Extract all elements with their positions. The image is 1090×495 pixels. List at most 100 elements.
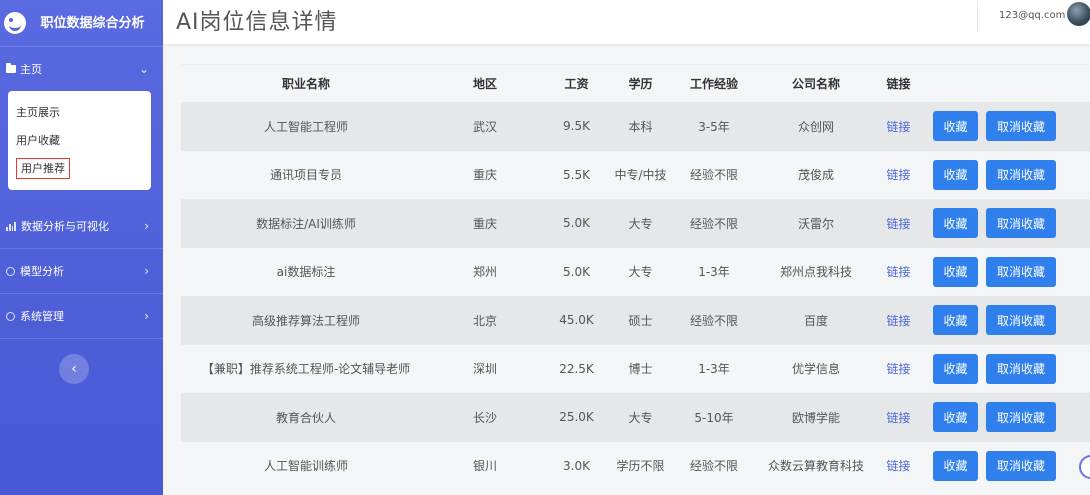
submenu-item-user-recommend[interactable]: 用户推荐: [8, 155, 151, 183]
table-header: 职业名称 地区 工资 学历 工作经验 公司名称 链接: [181, 64, 1090, 102]
smiley-logo-icon: [4, 12, 26, 34]
user-email[interactable]: 123@qq.com: [999, 10, 1065, 21]
chevron-right-icon: ›: [144, 264, 149, 278]
cell-education: 硕士: [628, 313, 653, 328]
unfavorite-button[interactable]: 取消收藏: [986, 111, 1056, 142]
unfavorite-button[interactable]: 取消收藏: [986, 208, 1056, 239]
submenu-item-user-favorites[interactable]: 用户收藏: [8, 127, 151, 155]
folder-icon: [6, 63, 16, 73]
cell-salary: 5.0K: [563, 264, 590, 279]
job-link[interactable]: 链接: [871, 166, 926, 183]
column-header-education: 学历: [628, 77, 653, 91]
cell-education: 学历不限: [616, 459, 665, 474]
cell-company: 沃雷尔: [797, 216, 834, 231]
row-actions: 收藏 取消收藏: [926, 353, 1076, 384]
cell-experience: 3-5年: [698, 119, 730, 134]
favorite-button[interactable]: 收藏: [933, 450, 978, 481]
cell-education: 中专/中技: [614, 168, 667, 183]
favorite-button[interactable]: 收藏: [933, 305, 978, 336]
table-row: 通讯项目专员 重庆 5.5K 中专/中技 经验不限 茂俊成 链接 收藏 取消收藏: [181, 150, 1090, 199]
menu-data-analysis[interactable]: 数据分析与可视化 ›: [0, 204, 163, 248]
cell-education: 本科: [628, 119, 653, 134]
menu-system-management[interactable]: 系统管理 ›: [0, 294, 163, 338]
unfavorite-button[interactable]: 取消收藏: [986, 305, 1056, 336]
job-link[interactable]: 链接: [871, 360, 926, 377]
chevron-left-icon: ‹: [71, 361, 77, 377]
favorite-button[interactable]: 收藏: [933, 111, 978, 142]
table-row: 人工智能训练师 银川 3.0K 学历不限 经验不限 众数云算教育科技 链接 收藏 取消收藏: [181, 441, 1090, 490]
unfavorite-button[interactable]: 取消收藏: [986, 450, 1056, 481]
cell-job-name: 数据标注/AI训练师: [256, 216, 356, 231]
column-header-city: 地区: [472, 77, 497, 91]
cell-company: 众创网: [797, 119, 834, 134]
avatar[interactable]: [1067, 2, 1090, 26]
job-link[interactable]: 链接: [871, 409, 926, 426]
unfavorite-button[interactable]: 取消收藏: [986, 159, 1056, 190]
favorite-button[interactable]: 收藏: [933, 256, 978, 287]
cell-experience: 经验不限: [689, 313, 738, 328]
cell-company: 优学信息: [791, 362, 840, 377]
column-header-company: 公司名称: [791, 77, 840, 91]
column-header-experience: 工作经验: [689, 77, 738, 91]
row-actions: 收藏 取消收藏: [926, 402, 1076, 433]
favorite-button[interactable]: 收藏: [933, 402, 978, 433]
unfavorite-button[interactable]: 取消收藏: [986, 256, 1056, 287]
job-table: 职业名称 地区 工资 学历 工作经验 公司名称 链接 人工智能工程师 武汉 9.5K…: [181, 64, 1090, 490]
menu-home-label: 主页: [20, 63, 42, 76]
cell-company: 茂俊成: [797, 168, 834, 183]
column-header-actions: [926, 65, 1076, 103]
cell-job-name: 【兼职】推荐系统工程师-论文辅导老师: [201, 362, 411, 377]
job-link[interactable]: 链接: [871, 263, 926, 280]
cell-job-name: 人工智能工程师: [263, 119, 348, 134]
submenu-item-home-display[interactable]: 主页展示: [8, 99, 151, 127]
bar-chart-icon: [6, 221, 16, 231]
cell-experience: 1-3年: [698, 265, 730, 280]
menu-model-analysis-label: 模型分析: [20, 265, 64, 278]
unfavorite-button[interactable]: 取消收藏: [986, 402, 1056, 433]
job-link[interactable]: 链接: [871, 118, 926, 135]
favorite-button[interactable]: 收藏: [933, 159, 978, 190]
job-link[interactable]: 链接: [871, 457, 926, 474]
cell-salary: 5.0K: [563, 216, 590, 231]
unfavorite-button[interactable]: 取消收藏: [986, 353, 1056, 384]
collapse-sidebar-button[interactable]: ‹: [59, 354, 89, 384]
table-row: 教育合伙人 长沙 25.0K 大专 5-10年 欧博学能 链接 收藏 取消收藏: [181, 393, 1090, 442]
column-header-link: 链接: [886, 77, 911, 91]
row-actions: 收藏 取消收藏: [926, 450, 1076, 481]
cell-city: 武汉: [472, 119, 497, 134]
cell-experience: 经验不限: [689, 459, 738, 474]
chevron-right-icon: ›: [144, 309, 149, 323]
page-title: AI岗位信息详情: [176, 10, 338, 35]
cell-company: 郑州点我科技: [779, 265, 852, 280]
home-submenu: 主页展示 用户收藏 用户推荐: [8, 91, 151, 190]
favorite-button[interactable]: 收藏: [933, 208, 978, 239]
chevron-right-icon: ›: [144, 219, 149, 233]
cell-city: 银川: [472, 459, 497, 474]
cell-city: 长沙: [472, 410, 497, 425]
cell-job-name: 教育合伙人: [275, 410, 336, 425]
menu-data-analysis-label: 数据分析与可视化: [21, 220, 109, 233]
cell-city: 深圳: [472, 362, 497, 377]
favorite-button[interactable]: 收藏: [933, 353, 978, 384]
cell-company: 百度: [803, 313, 828, 328]
cell-job-name: ai数据标注: [276, 265, 336, 280]
row-actions: 收藏 取消收藏: [926, 159, 1076, 190]
cell-company: 欧博学能: [791, 410, 840, 425]
cell-salary: 45.0K: [559, 313, 594, 328]
cell-experience: 1-3年: [698, 362, 730, 377]
cell-experience: 经验不限: [689, 216, 738, 231]
menu-system-management-label: 系统管理: [20, 310, 64, 323]
cell-experience: 经验不限: [689, 168, 738, 183]
gear-icon: [6, 266, 15, 276]
table-row: 高级推荐算法工程师 北京 45.0K 硕士 经验不限 百度 链接 收藏 取消收藏: [181, 296, 1090, 345]
cell-salary: 25.0K: [559, 410, 594, 425]
cell-city: 郑州: [472, 265, 497, 280]
cell-experience: 5-10年: [694, 410, 734, 425]
menu-model-analysis[interactable]: 模型分析 ›: [0, 249, 163, 293]
table-row: 人工智能工程师 武汉 9.5K 本科 3-5年 众创网 链接 收藏 取消收藏: [181, 102, 1090, 151]
brand-title: 职位数据综合分析: [40, 15, 145, 31]
menu-home[interactable]: 主页 ⌄: [0, 47, 163, 91]
cell-company: 众数云算教育科技: [767, 459, 864, 474]
job-link[interactable]: 链接: [871, 215, 926, 232]
job-link[interactable]: 链接: [871, 312, 926, 329]
